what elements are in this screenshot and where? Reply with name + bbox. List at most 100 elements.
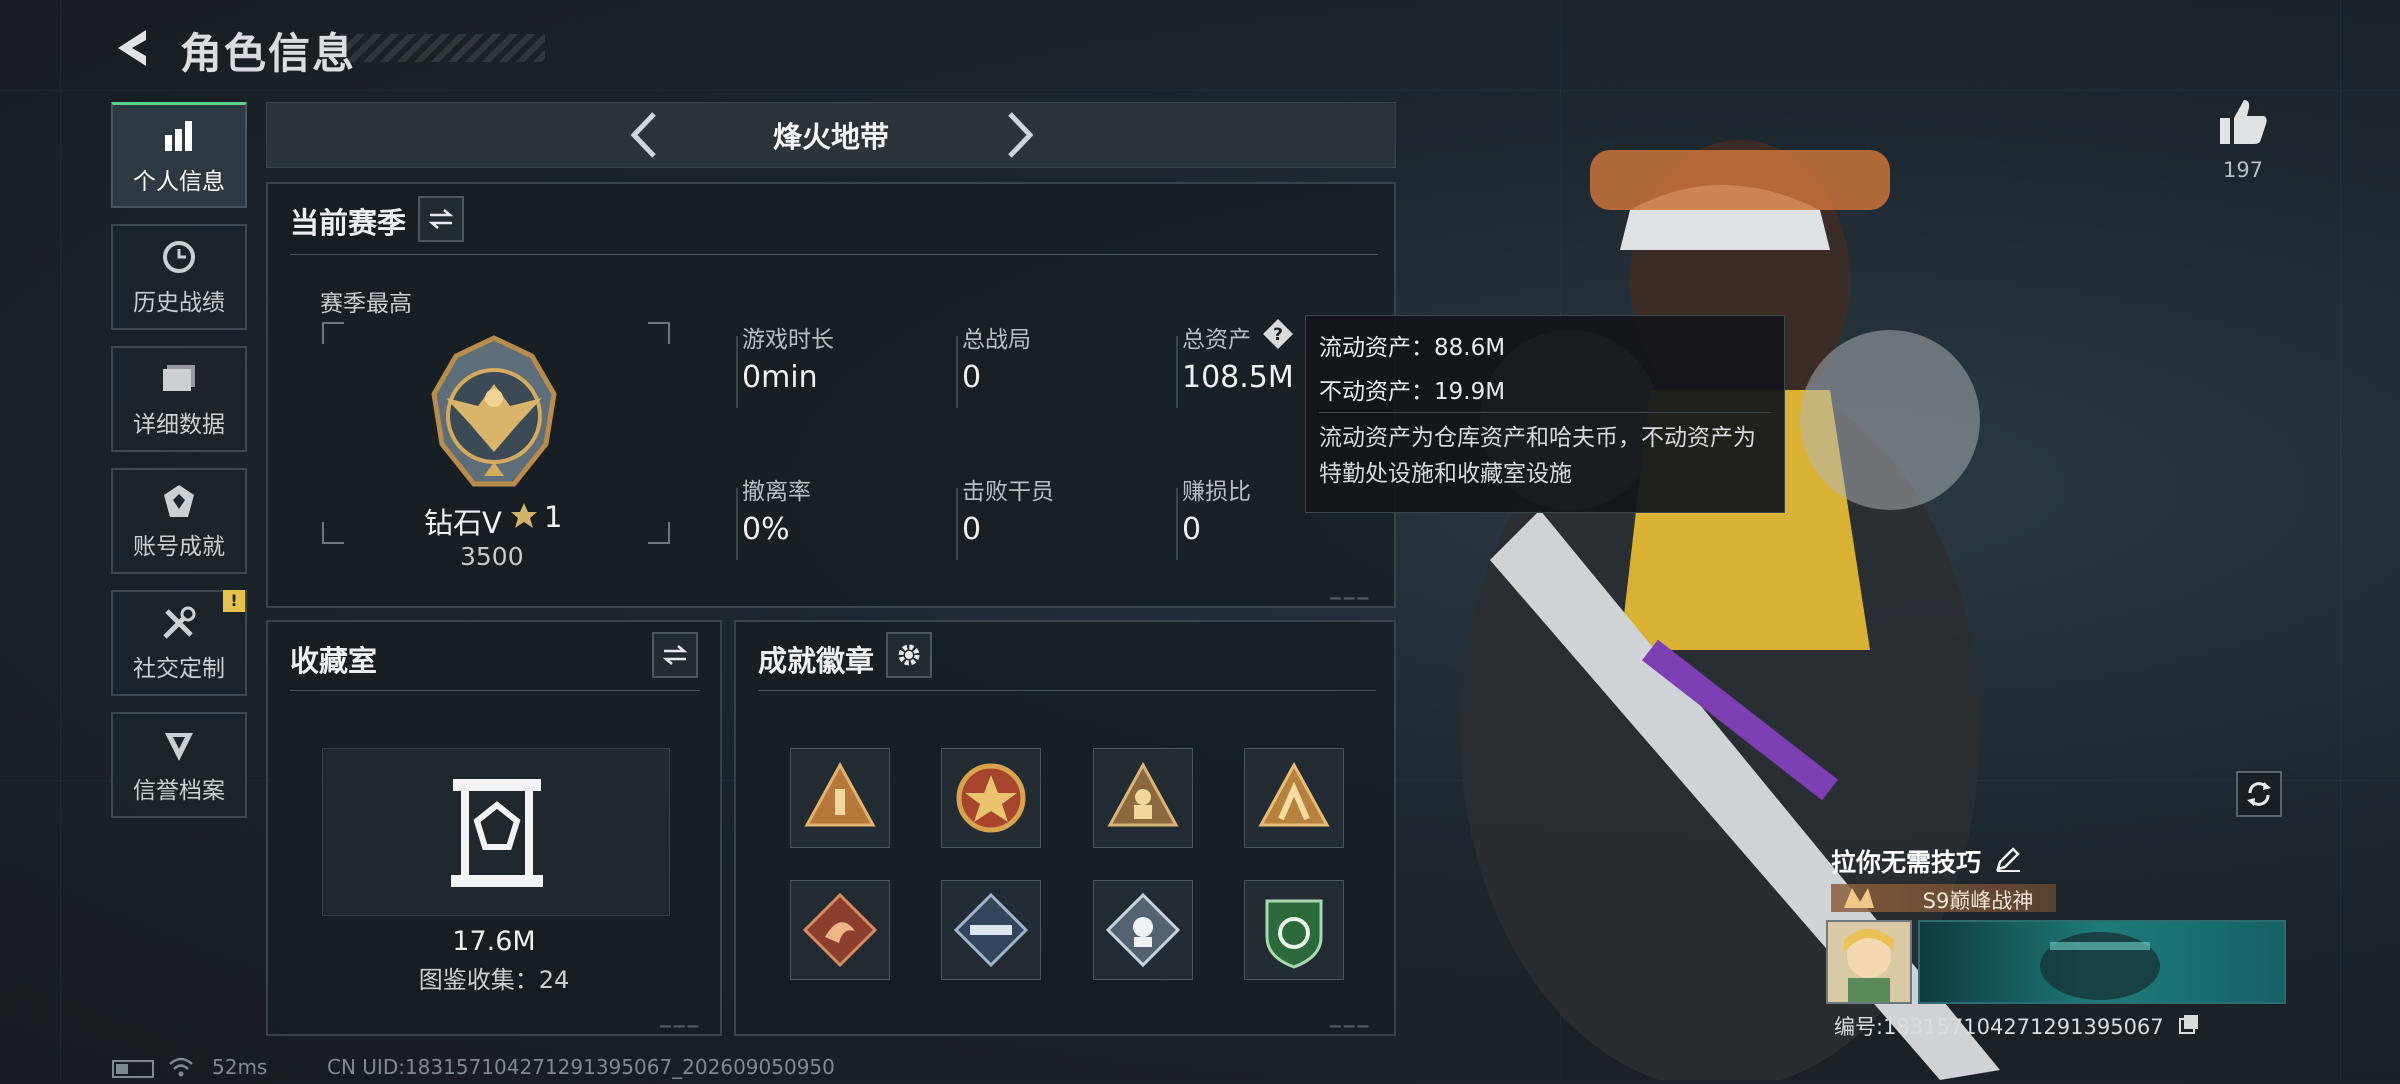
uid-text: CN UID:183157104271291395067_20260905095…	[327, 1055, 835, 1079]
rank-title: S9巅峰战神	[1922, 889, 2034, 913]
stat-divider	[956, 488, 958, 560]
stat-divider	[956, 336, 958, 408]
nav-label: 详细数据	[133, 412, 225, 438]
svg-text:?: ?	[1273, 325, 1283, 345]
badge-icon	[804, 761, 876, 827]
badge-icon	[1258, 761, 1330, 827]
rank-title-icon	[1842, 884, 1876, 912]
frame-corner	[322, 322, 344, 344]
season-panel-title: 当前赛季	[290, 206, 407, 240]
rank-points: 3500	[460, 542, 524, 571]
collection-count: 图鉴收集：24	[418, 966, 570, 994]
nav-item-history[interactable]: 历史战绩	[111, 224, 247, 330]
tooltip-divider	[1319, 412, 1771, 413]
title-decoration	[340, 34, 545, 62]
divider	[758, 690, 1376, 691]
rank-emblem-icon	[414, 334, 574, 494]
next-map-button[interactable]	[1000, 110, 1040, 160]
tooltip-description: 流动资产为仓库资产和哈夫币，不动资产为特勤处设施和收藏室设施	[1319, 425, 1756, 487]
tools-icon	[159, 603, 199, 643]
question-icon: ?	[1263, 319, 1293, 349]
badges-title: 成就徽章	[758, 644, 875, 678]
divider	[290, 254, 1378, 255]
badge-slot-7[interactable]	[1093, 880, 1193, 980]
badge-icon	[1265, 899, 1323, 969]
badge-icon	[802, 892, 878, 968]
stat-label-total-matches: 总战局	[962, 327, 1031, 353]
season-switch-button[interactable]	[418, 196, 464, 242]
achievement-icon	[159, 481, 199, 521]
bar-chart-icon	[159, 116, 199, 156]
map-name: 烽火地带	[772, 120, 889, 154]
corner-decoration: ▁▁▁	[660, 1012, 702, 1028]
nav-label: 信誉档案	[133, 778, 225, 804]
stat-value-total-assets: 108.5M	[1182, 360, 1294, 395]
badge-slot-6[interactable]	[941, 880, 1041, 980]
chevron-right-icon	[1008, 112, 1034, 158]
gear-icon	[898, 644, 920, 666]
history-clock-icon	[159, 237, 199, 277]
stat-divider	[736, 336, 738, 408]
badge-icon	[956, 763, 1026, 833]
badge-slot-2[interactable]	[941, 748, 1041, 848]
back-button[interactable]	[112, 26, 156, 70]
badge-slot-3[interactable]	[1093, 748, 1193, 848]
stat-value-profit-loss: 0	[1182, 512, 1202, 547]
refresh-icon	[2247, 782, 2271, 806]
vault-icon	[451, 779, 543, 887]
nav-item-social-custom[interactable]: 社交定制 !	[111, 590, 247, 696]
player-id: 编号:183157104271291395067	[1834, 1015, 2164, 1039]
collection-room-preview[interactable]	[322, 748, 670, 916]
badge-slot-1[interactable]	[790, 748, 890, 848]
stat-value-playtime: 0min	[742, 360, 818, 395]
refresh-button[interactable]	[2236, 771, 2282, 817]
nav-item-credit-record[interactable]: 信誉档案	[111, 712, 247, 818]
badges-settings-button[interactable]	[886, 632, 932, 678]
avatar[interactable]	[1826, 920, 1912, 1004]
nav-label: 账号成就	[133, 534, 225, 560]
rank-stars: 1	[544, 500, 563, 534]
rank-name: 钻石V	[424, 506, 502, 540]
nav-item-achievements[interactable]: 账号成就	[111, 468, 247, 574]
stat-value-operators-defeated: 0	[962, 512, 982, 547]
page-title: 角色信息	[180, 29, 357, 78]
nav-label: 社交定制	[133, 656, 225, 682]
rank-star-icon	[510, 502, 538, 530]
badge-slot-5[interactable]	[790, 880, 890, 980]
stat-value-extraction-rate: 0%	[742, 512, 790, 547]
badge-slot-8[interactable]	[1244, 880, 1344, 980]
like-button[interactable]	[2218, 96, 2270, 148]
stat-label-extraction-rate: 撤离率	[742, 479, 811, 505]
nav-item-detailed-data[interactable]: 详细数据	[111, 346, 247, 452]
stat-label-operators-defeated: 击败干员	[962, 479, 1054, 505]
credit-shield-icon	[159, 725, 199, 765]
stat-label-total-assets: 总资产	[1182, 327, 1251, 353]
frame-corner	[648, 322, 670, 344]
nav-item-personal-info[interactable]: 个人信息	[111, 102, 247, 208]
stat-label-profit-loss: 赚损比	[1182, 479, 1251, 505]
frame-corner	[648, 522, 670, 544]
warning-badge: !	[223, 590, 245, 612]
frame-corner	[322, 522, 344, 544]
pencil-icon	[1996, 847, 2020, 872]
tooltip-fixed-assets: 不动资产：19.9M	[1319, 379, 1506, 405]
player-name: 拉你无需技巧	[1831, 848, 1982, 877]
ping-text: 52ms	[212, 1055, 268, 1079]
stat-value-total-matches: 0	[962, 360, 982, 395]
badge-icon	[1105, 892, 1181, 968]
swap-icon	[428, 209, 454, 229]
collection-switch-button[interactable]	[652, 632, 698, 678]
folder-icon	[159, 359, 199, 399]
name-card-banner[interactable]	[1918, 920, 2286, 1004]
badge-icon	[953, 892, 1029, 968]
collection-value: 17.6M	[452, 926, 536, 957]
corner-decoration: ▁▁▁	[1330, 1012, 1372, 1028]
assets-help-button[interactable]: ?	[1262, 318, 1294, 350]
edit-name-button[interactable]	[1994, 845, 2022, 873]
battery-icon	[112, 1060, 154, 1078]
back-arrow-icon	[118, 30, 146, 66]
badge-slot-4[interactable]	[1244, 748, 1344, 848]
copy-id-button[interactable]	[2178, 1013, 2200, 1035]
badge-icon	[1107, 761, 1179, 827]
wifi-icon	[168, 1056, 194, 1078]
